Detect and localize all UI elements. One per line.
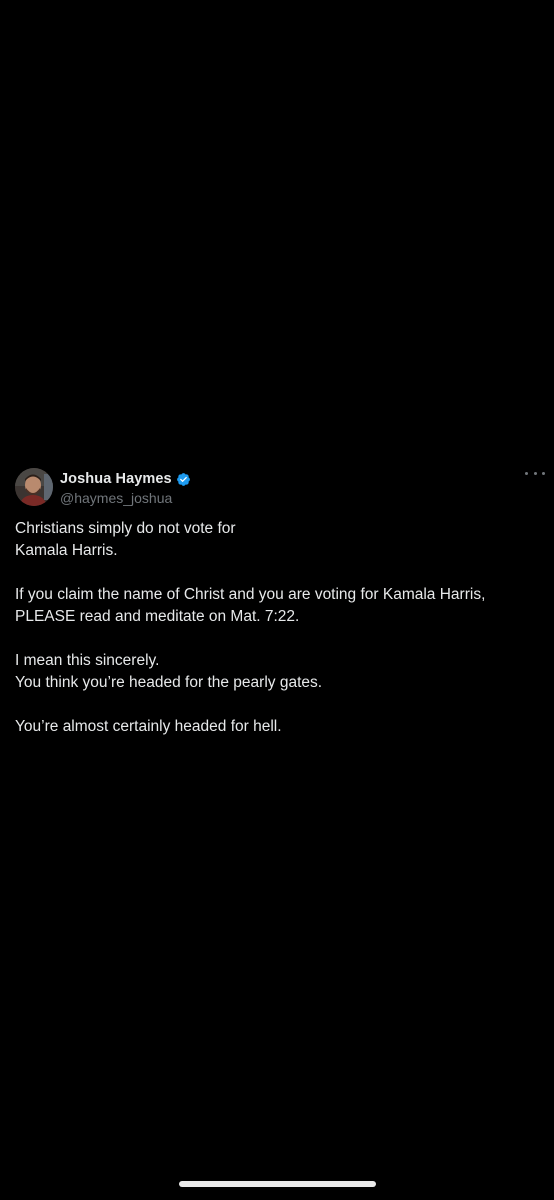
display-name[interactable]: Joshua Haymes: [60, 471, 172, 487]
tweet[interactable]: Joshua Haymes @haymes_joshua Christians …: [15, 466, 545, 738]
tweet-line: PLEASE read and meditate on Mat. 7:22.: [15, 608, 300, 625]
tweet-text: Christians simply do not vote for Kamala…: [15, 518, 545, 738]
tweet-line: You’re almost certainly headed for hell.: [15, 718, 282, 735]
more-horizontal-icon[interactable]: [525, 466, 545, 480]
tweet-line: Kamala Harris.: [15, 542, 118, 559]
avatar[interactable]: [15, 468, 53, 506]
more-dot: [542, 471, 545, 475]
avatar-image: [15, 468, 53, 506]
tweet-line: If you claim the name of Christ and you …: [15, 586, 486, 603]
tweet-header: Joshua Haymes @haymes_joshua: [15, 466, 545, 510]
home-indicator[interactable]: [179, 1181, 376, 1187]
tweet-line: You think you’re headed for the pearly g…: [15, 674, 323, 691]
tweet-paragraph: If you claim the name of Christ and you …: [15, 584, 545, 628]
more-dot: [525, 471, 528, 475]
author-block[interactable]: Joshua Haymes @haymes_joshua: [60, 469, 191, 506]
tweet-line: I mean this sincerely.: [15, 652, 160, 669]
tweet-paragraph: You’re almost certainly headed for hell.: [15, 716, 545, 738]
more-dot: [533, 471, 537, 475]
handle[interactable]: @haymes_joshua: [60, 490, 191, 506]
name-row: Joshua Haymes: [60, 469, 191, 489]
tweet-line: Christians simply do not vote for: [15, 520, 236, 537]
tweet-paragraph: I mean this sincerely. You think you’re …: [15, 650, 545, 694]
verified-badge-icon: [176, 472, 191, 487]
tweet-paragraph: Christians simply do not vote for Kamala…: [15, 518, 545, 562]
